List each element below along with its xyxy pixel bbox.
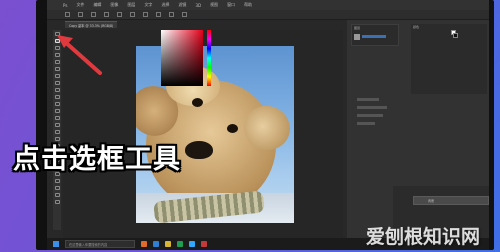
instruction-caption: 点击选框工具 <box>13 144 181 175</box>
site-watermark: 爱刨根知识网 <box>366 226 481 248</box>
pointer-arrow-icon <box>57 35 102 75</box>
